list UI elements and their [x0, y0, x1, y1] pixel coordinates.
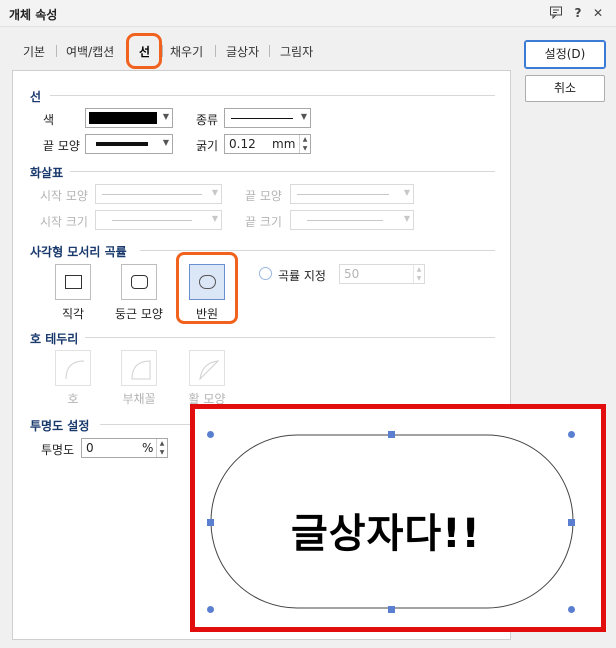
- custom-curvature-label: 곡률 지정: [278, 269, 326, 283]
- end-shape-label: 끝 모양: [245, 189, 282, 203]
- tab-textbox[interactable]: 글상자: [226, 43, 259, 60]
- opacity-section-title: 투명도 설정: [30, 419, 90, 433]
- arrow-preview: [297, 194, 389, 195]
- title-bar: 개체 속성 ? ✕: [0, 0, 616, 27]
- arrow-section-title: 화살표: [30, 166, 64, 180]
- corner-section-title: 사각형 모서리 곡률: [30, 245, 127, 259]
- resize-handle[interactable]: [388, 431, 395, 438]
- opacity-value: 0: [86, 441, 94, 455]
- corner-square-button[interactable]: [55, 264, 91, 300]
- line-type-preview: [231, 118, 293, 119]
- start-shape-label: 시작 모양: [40, 189, 88, 203]
- chord-button[interactable]: [189, 350, 225, 386]
- chevron-down-icon: ▼: [300, 112, 307, 121]
- line-thickness-spinner[interactable]: 0.12 mm ▲ ▼: [224, 134, 311, 154]
- line-type-select[interactable]: ▼: [224, 108, 311, 128]
- start-size-label: 시작 크기: [40, 215, 88, 229]
- arrow-preview: [112, 220, 192, 221]
- shape-preview: 글상자다!!: [190, 404, 606, 632]
- tab-divider: [215, 45, 216, 57]
- line-color-select[interactable]: ▼: [85, 108, 173, 128]
- section-divider: [140, 250, 495, 251]
- resize-handle[interactable]: [207, 519, 214, 526]
- selected-corner-highlight: [176, 252, 238, 324]
- curvature-value: 50: [344, 267, 360, 281]
- resize-handle[interactable]: [207, 431, 214, 438]
- chevron-down-icon: ▼: [162, 112, 169, 121]
- pie-button[interactable]: [121, 350, 157, 386]
- chevron-down-icon: ▼: [403, 188, 410, 197]
- end-shape-select[interactable]: ▼: [290, 184, 414, 204]
- end-shape-preview: [96, 142, 148, 146]
- resize-handle[interactable]: [568, 519, 575, 526]
- chevron-down-icon: ▼: [403, 214, 410, 223]
- corner-rounded-label: 둥근 모양: [115, 307, 163, 321]
- section-divider: [85, 337, 495, 338]
- pie-icon: [131, 360, 151, 380]
- corner-square-label: 직각: [61, 307, 85, 321]
- window-title: 개체 속성: [9, 8, 58, 22]
- chevron-down-icon: ▼: [211, 188, 218, 197]
- opacity-label: 투명도: [41, 443, 75, 457]
- resize-handle[interactable]: [388, 606, 395, 613]
- spin-arrows-icon[interactable]: ▲ ▼: [299, 135, 310, 153]
- spin-arrows-icon[interactable]: ▲ ▼: [156, 439, 167, 457]
- chevron-down-icon: ▼: [162, 138, 169, 147]
- tab-fill[interactable]: 채우기: [170, 43, 203, 60]
- opacity-unit: %: [142, 441, 154, 455]
- tab-divider: [269, 45, 270, 57]
- thickness-unit: mm: [272, 137, 296, 151]
- start-shape-select[interactable]: ▼: [95, 184, 222, 204]
- resize-handle[interactable]: [207, 606, 214, 613]
- section-divider: [50, 95, 495, 96]
- end-size-select[interactable]: ▼: [290, 210, 414, 230]
- custom-curvature-radio[interactable]: [259, 267, 272, 280]
- line-color-label: 색: [43, 113, 55, 127]
- arrow-preview: [307, 220, 383, 221]
- line-type-label: 종류: [196, 113, 219, 127]
- spin-arrows-icon[interactable]: ▲ ▼: [413, 265, 424, 283]
- line-section-title: 선: [30, 90, 42, 104]
- resize-handle[interactable]: [568, 606, 575, 613]
- ok-button[interactable]: 설정(D): [524, 40, 606, 69]
- pie-label: 부채꼴: [122, 392, 156, 406]
- resize-handle[interactable]: [568, 431, 575, 438]
- chevron-down-icon: ▼: [211, 214, 218, 223]
- square-corner-icon: [65, 275, 82, 289]
- opacity-spinner[interactable]: 0 % ▲ ▼: [81, 438, 168, 458]
- line-end-select[interactable]: ▼: [85, 134, 173, 154]
- chord-icon: [199, 360, 220, 381]
- section-divider: [100, 424, 190, 425]
- tab-basic[interactable]: 기본: [23, 43, 45, 60]
- active-tab-highlight: [126, 33, 162, 69]
- rounded-corner-icon: [131, 275, 148, 289]
- chat-icon[interactable]: [548, 5, 564, 21]
- thickness-value: 0.12: [229, 137, 256, 151]
- start-size-select[interactable]: ▼: [95, 210, 222, 230]
- end-size-label: 끝 크기: [245, 215, 282, 229]
- corner-rounded-button[interactable]: [121, 264, 157, 300]
- close-icon[interactable]: ✕: [590, 5, 606, 21]
- section-divider: [70, 171, 495, 172]
- color-swatch: [89, 112, 157, 124]
- arc-button[interactable]: [55, 350, 91, 386]
- tab-margin-caption[interactable]: 여백/캡션: [66, 43, 114, 60]
- arrow-preview: [102, 194, 202, 195]
- tab-shadow[interactable]: 그림자: [280, 43, 313, 60]
- line-end-label: 끝 모양: [43, 139, 80, 153]
- arc-label: 호: [67, 392, 79, 406]
- help-icon[interactable]: ?: [570, 5, 586, 21]
- arc-section-title: 호 테두리: [30, 332, 79, 346]
- tab-divider: [56, 45, 57, 57]
- tab-divider: [162, 45, 163, 57]
- preview-text: 글상자다!!: [291, 511, 481, 557]
- curvature-spinner[interactable]: 50 ▲ ▼: [339, 264, 425, 284]
- cancel-button[interactable]: 취소: [525, 75, 605, 102]
- line-thickness-label: 굵기: [196, 139, 219, 153]
- arc-icon: [65, 360, 85, 380]
